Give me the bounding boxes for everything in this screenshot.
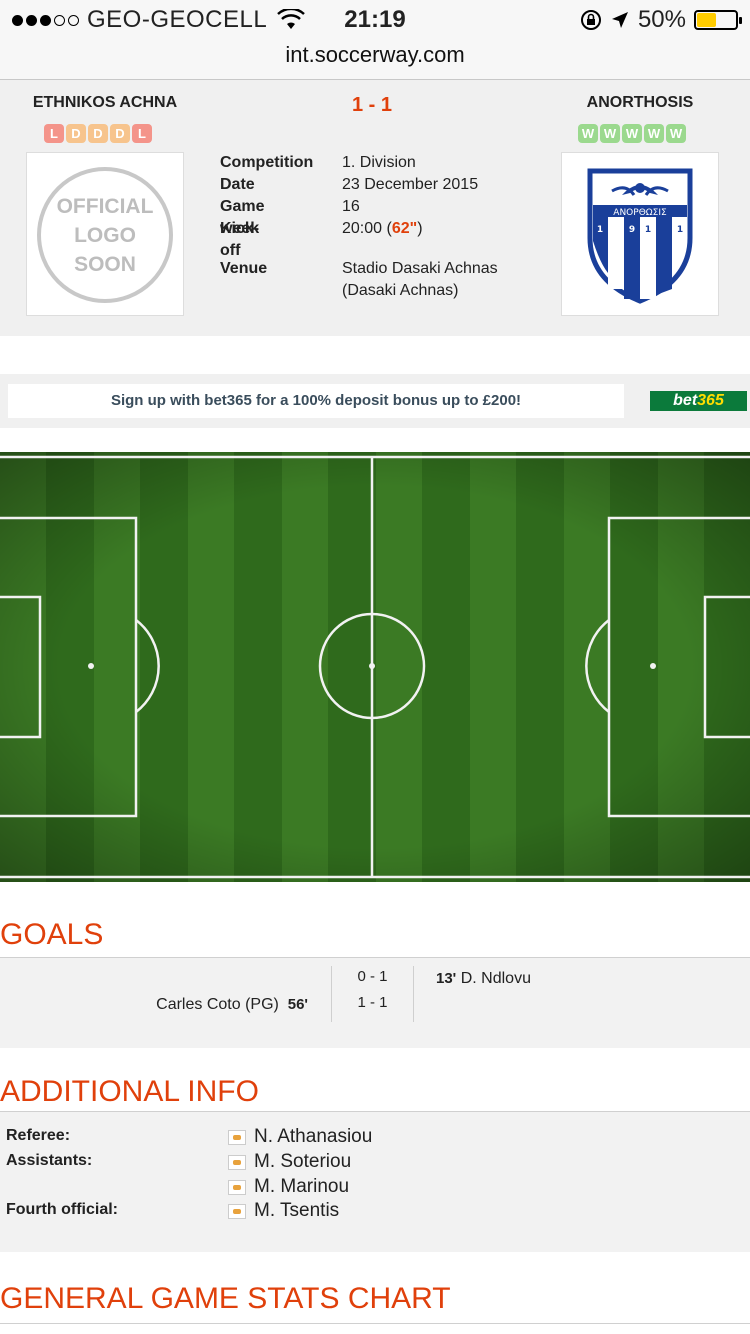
goal-event-away[interactable]: 13' D. Ndlovu: [436, 970, 531, 988]
form-badge[interactable]: L: [132, 124, 152, 143]
crest-year-digit: 1: [645, 225, 651, 235]
rotation-lock-icon: [580, 10, 601, 30]
form-badge[interactable]: W: [622, 124, 642, 143]
cyprus-flag-icon: [228, 1129, 246, 1145]
form-badge[interactable]: D: [88, 124, 108, 143]
crest-year-digit: 1: [597, 225, 603, 235]
match-header: ETHNIKOS ACHNA 1 - 1 ANORTHOSIS L D D D …: [0, 80, 750, 336]
football-pitch: [0, 452, 750, 882]
kickoff-label: Kick-off: [220, 220, 260, 259]
form-badge[interactable]: W: [666, 124, 686, 143]
stats-chart-heading: GENERAL GAME STATS CHART: [0, 1276, 750, 1324]
goals-table: 0 - 1 13' D. Ndlovu 1 - 1 Carles Coto (P…: [0, 958, 750, 1048]
status-bar: GEO-GEOCELL 21:19 50%: [0, 0, 750, 40]
assistants-label: Assistants:: [6, 1152, 93, 1169]
goal-score: 0 - 1: [357, 968, 388, 985]
cyprus-flag-icon: [228, 1154, 246, 1170]
battery-icon: [694, 10, 742, 30]
crest-text: ΑΝΟΡΘΩΣΙΣ: [613, 208, 667, 218]
form-badge[interactable]: W: [600, 124, 620, 143]
goal-scorer: D. Ndlovu: [460, 970, 531, 987]
assistant-row[interactable]: M. Soteriou: [228, 1151, 351, 1173]
logo-text: LOGO: [74, 223, 136, 247]
assistant-name: M. Soteriou: [254, 1151, 352, 1172]
status-right: 50%: [580, 6, 742, 34]
anorthosis-crest-icon: ΑΝΟΡΘΩΣΙΣ 1 9 1 1: [587, 168, 693, 304]
home-team-form: L D D D L: [44, 124, 152, 143]
battery-percent: 50%: [637, 6, 686, 33]
fourth-official-name: M. Tsentis: [254, 1200, 340, 1221]
officials-table: Referee: N. Athanasiou Assistants: M. So…: [0, 1112, 750, 1252]
venue-label: Venue: [220, 260, 268, 277]
form-badge[interactable]: D: [66, 124, 86, 143]
crest-year-digit: 1: [677, 225, 683, 235]
competition-value[interactable]: 1. Division: [342, 152, 416, 174]
assistant-row[interactable]: M. Marinou: [228, 1176, 349, 1198]
bet365-logo[interactable]: bet365: [650, 391, 747, 411]
competition-label: Competition: [220, 154, 314, 171]
home-team-logo[interactable]: OFFICIAL LOGO SOON: [26, 152, 184, 316]
ad-text[interactable]: Sign up with bet365 for a 100% deposit b…: [8, 384, 624, 418]
logo-text: OFFICIAL: [56, 194, 154, 218]
form-badge[interactable]: W: [644, 124, 664, 143]
brand-part: bet: [673, 392, 698, 409]
live-minute: 62": [391, 220, 418, 237]
venue-value[interactable]: Stadio Dasaki Achnas (Dasaki Achnas): [342, 258, 498, 302]
crest-year-digit: 9: [629, 225, 635, 235]
goal-event-home[interactable]: Carles Coto (PG) 56': [156, 996, 308, 1014]
referee-row[interactable]: N. Athanasiou: [228, 1126, 372, 1148]
form-badge[interactable]: W: [578, 124, 598, 143]
location-arrow-icon: [611, 12, 628, 28]
venue-city: (Dasaki Achnas): [342, 282, 459, 299]
placeholder-logo: OFFICIAL LOGO SOON: [37, 167, 173, 303]
away-team-form: W W W W W: [578, 124, 686, 143]
goal-scorer: Carles Coto (PG): [156, 996, 279, 1013]
form-badge[interactable]: D: [110, 124, 130, 143]
venue-name: Stadio Dasaki Achnas: [342, 260, 498, 277]
referee-name: N. Athanasiou: [254, 1126, 373, 1147]
goal-score: 1 - 1: [357, 994, 388, 1011]
assistant-name: M. Marinou: [254, 1176, 350, 1197]
brand-part: 365: [697, 392, 724, 409]
referee-label: Referee:: [6, 1127, 71, 1144]
away-team-name[interactable]: ANORTHOSIS: [540, 94, 740, 112]
goal-minute: 13': [436, 970, 457, 987]
logo-text: SOON: [74, 252, 136, 276]
gameweek-value: 16: [342, 198, 360, 215]
away-team-logo[interactable]: ΑΝΟΡΘΩΣΙΣ 1 9 1 1: [561, 152, 719, 316]
address-bar[interactable]: int.soccerway.com: [0, 40, 750, 80]
ad-banner[interactable]: Sign up with bet365 for a 100% deposit b…: [0, 374, 750, 428]
form-badge[interactable]: L: [44, 124, 64, 143]
match-score: 1 - 1: [351, 94, 393, 116]
additional-info-heading: ADDITIONAL INFO: [0, 1070, 750, 1112]
divider: [413, 966, 414, 1022]
fourth-official-label: Fourth official:: [6, 1201, 118, 1218]
kickoff-value: 20:00 (62"): [342, 220, 423, 237]
goal-minute: 56': [287, 996, 308, 1013]
goals-heading: GOALS: [0, 912, 750, 958]
home-team-name[interactable]: ETHNIKOS ACHNA: [0, 94, 210, 112]
date-value: 23 December 2015: [342, 176, 479, 193]
cyprus-flag-icon: [228, 1179, 246, 1195]
cyprus-flag-icon: [228, 1203, 246, 1219]
kickoff-time: 20:00: [342, 220, 383, 237]
date-label: Date: [220, 176, 255, 193]
fourth-official-row[interactable]: M. Tsentis: [228, 1200, 339, 1222]
spacer: [0, 336, 750, 374]
